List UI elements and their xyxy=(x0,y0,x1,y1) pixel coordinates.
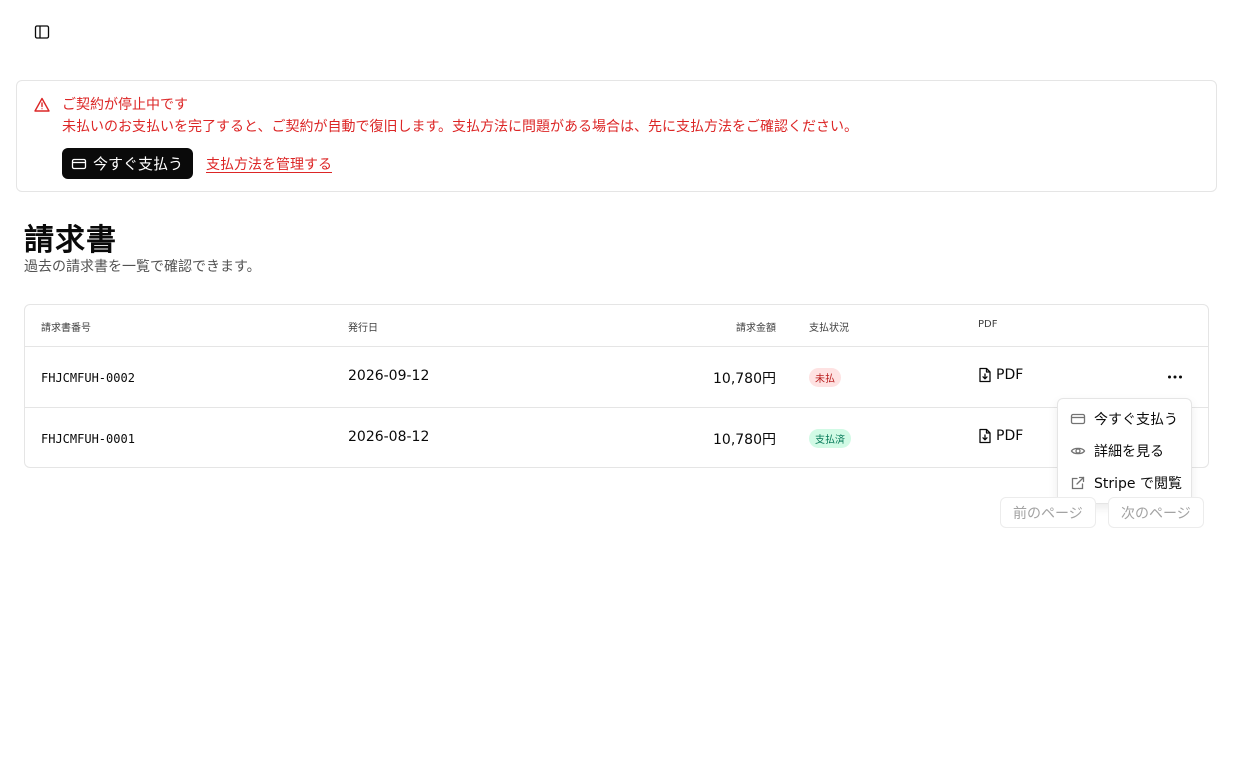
invoice-number: FHJCMFUH-0002 xyxy=(41,371,135,385)
page-title: 請求書 xyxy=(24,223,117,258)
status-badge: 支払済 xyxy=(809,429,851,448)
pdf-link[interactable]: PDF xyxy=(978,428,1023,444)
status-badge: 未払 xyxy=(809,368,841,387)
next-page-button[interactable]: 次のページ xyxy=(1108,497,1204,528)
pdf-link[interactable]: PDF xyxy=(978,367,1023,383)
external-link-icon xyxy=(1071,476,1085,490)
table-row: FHJCMFUH-0001 2026-08-12 10,780円 支払済 PDF xyxy=(25,408,1208,467)
pdf-label: PDF xyxy=(996,367,1024,383)
column-header-amount: 請求金額 xyxy=(736,323,776,334)
manage-payment-link[interactable]: 支払方法を管理する xyxy=(206,154,332,174)
eye-icon xyxy=(1070,447,1086,455)
invoice-amount: 10,780円 xyxy=(713,371,776,387)
table-row: FHJCMFUH-0002 2026-09-12 10,780円 未払 PDF xyxy=(25,347,1208,408)
alert-title: ご契約が停止中です xyxy=(62,97,188,113)
sidebar-toggle-button[interactable] xyxy=(30,20,54,44)
menu-item-label: Stripe で閲覧 xyxy=(1094,476,1182,492)
invoice-table: 請求書番号 発行日 請求金額 支払状況 PDF FHJCMFUH-0002 20… xyxy=(24,304,1209,468)
file-download-icon xyxy=(979,367,991,383)
suspended-alert: ご契約が停止中です 未払いのお支払いを完了すると、ご契約が自動で復旧します。支払… xyxy=(16,80,1217,192)
panel-left-icon xyxy=(34,25,50,39)
pay-now-button[interactable]: 今すぐ支払う xyxy=(62,148,194,179)
table-header: 請求書番号 発行日 請求金額 支払状況 PDF xyxy=(25,305,1208,347)
pdf-label: PDF xyxy=(996,428,1024,444)
more-horizontal-icon xyxy=(1168,375,1182,379)
pay-now-label: 今すぐ支払う xyxy=(93,155,184,173)
prev-page-button[interactable]: 前のページ xyxy=(1000,497,1096,528)
credit-card-icon xyxy=(71,158,87,169)
alert-triangle-icon xyxy=(34,97,50,112)
invoice-amount: 10,780円 xyxy=(713,432,776,448)
menu-item-view-in-stripe[interactable]: Stripe で閲覧 xyxy=(1062,467,1187,499)
credit-card-icon xyxy=(1070,413,1086,425)
menu-item-pay-now[interactable]: 今すぐ支払う xyxy=(1062,403,1187,435)
menu-item-view-details[interactable]: 詳細を見る xyxy=(1062,435,1187,467)
row-actions-button[interactable] xyxy=(1163,365,1187,389)
page-subtitle: 過去の請求書を一覧で確認できます。 xyxy=(24,259,261,275)
column-header-status: 支払状況 xyxy=(809,323,849,334)
menu-item-label: 詳細を見る xyxy=(1094,444,1164,460)
alert-description: 未払いのお支払いを完了すると、ご契約が自動で復旧します。支払方法に問題がある場合… xyxy=(62,119,859,135)
column-header-pdf: PDF xyxy=(978,319,998,330)
column-header-number: 請求書番号 xyxy=(41,323,91,334)
column-header-date: 発行日 xyxy=(348,323,378,334)
menu-item-label: 今すぐ支払う xyxy=(1094,412,1178,428)
invoice-date: 2026-08-12 xyxy=(348,429,430,445)
row-actions-menu: 今すぐ支払う 詳細を見る Stripe で閲覧 xyxy=(1057,398,1192,504)
invoice-number: FHJCMFUH-0001 xyxy=(41,432,135,446)
file-download-icon xyxy=(979,428,991,444)
invoice-date: 2026-09-12 xyxy=(348,368,430,384)
